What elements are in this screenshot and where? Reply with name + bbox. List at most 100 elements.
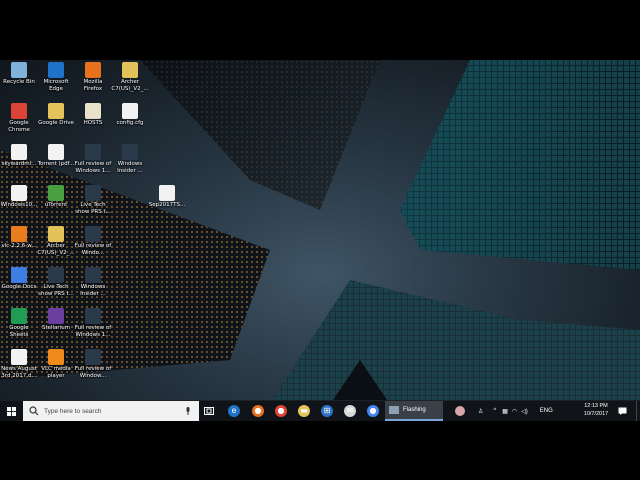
file-icon bbox=[122, 103, 138, 119]
desktop-icon[interactable]: skywardml... bbox=[0, 144, 38, 168]
desktop-icon-label: Google Drive bbox=[38, 120, 74, 126]
desktop-icon[interactable]: Sep2017TS... bbox=[148, 185, 186, 209]
video-icon bbox=[85, 349, 101, 365]
search-box[interactable]: Type here to search bbox=[23, 401, 199, 421]
desktop-icon[interactable]: Windows10... bbox=[0, 185, 38, 209]
desktop-icon[interactable]: Live Tech show PRS t... bbox=[37, 267, 75, 297]
chevron-up-icon[interactable]: ^ bbox=[493, 408, 496, 414]
desktop-icon[interactable]: Recycle Bin bbox=[0, 62, 38, 86]
chrome-taskbar-button[interactable]: ● bbox=[272, 401, 290, 421]
desktop-icon[interactable]: uTorrent bbox=[37, 185, 75, 209]
desktop-icon[interactable]: Google Sheets bbox=[0, 308, 38, 338]
desktop-icon[interactable]: Google Drive bbox=[37, 103, 75, 127]
desktop-icon-label: Sep2017TS... bbox=[148, 202, 186, 208]
clock[interactable]: 12:13 PM 10/7/2017 bbox=[580, 403, 612, 418]
people-icon[interactable]: ♙ bbox=[478, 408, 483, 415]
desktop-icon[interactable]: Full review of Window... bbox=[74, 349, 112, 379]
desktop-icon-label: Full review of Windows 1... bbox=[74, 325, 112, 338]
desktop-icon-label: Full review of Windows 1... bbox=[74, 161, 112, 174]
stellarium-icon bbox=[48, 308, 64, 324]
pdf-icon bbox=[48, 144, 64, 160]
desktop-icon-label: uTorrent bbox=[44, 202, 68, 208]
language-indicator[interactable]: ENG bbox=[540, 408, 553, 414]
firefox-taskbar-icon: ● bbox=[252, 405, 264, 417]
desktop-icon[interactable]: Windows Insider ... bbox=[74, 267, 112, 297]
start-button[interactable] bbox=[0, 401, 22, 421]
notification-icon bbox=[618, 407, 626, 415]
desktop-background: Recycle Bin Microsoft Edge Mozilla Firefox… bbox=[0, 60, 640, 419]
task-view-icon bbox=[204, 407, 214, 415]
chrome-icon bbox=[11, 103, 27, 119]
desktop-icon[interactable]: Archer C7(US)_V2_... bbox=[111, 62, 149, 92]
desktop-icon-label: Google Docs bbox=[1, 284, 37, 290]
mail-taskbar-button[interactable]: ✉ bbox=[341, 401, 359, 421]
file-explorer-taskbar-button[interactable]: ▬ bbox=[295, 401, 313, 421]
store-taskbar-button[interactable]: ⊞ bbox=[318, 401, 336, 421]
desktop-icon-label: VLC media player bbox=[41, 366, 71, 379]
desktop-icon-label: Archer C7(US)_V2_... bbox=[111, 79, 149, 92]
chrome-taskbar-button-2[interactable]: ● bbox=[364, 401, 382, 421]
firefox-taskbar-button[interactable]: ● bbox=[249, 401, 267, 421]
show-desktop-button[interactable] bbox=[636, 401, 640, 421]
recycle-bin-icon bbox=[11, 62, 27, 78]
desktop-icon[interactable]: Microsoft Edge bbox=[37, 62, 75, 92]
desktop-icon[interactable]: Mozilla Firefox bbox=[74, 62, 112, 92]
document-icon bbox=[159, 185, 175, 201]
desktop-icon[interactable]: Full review of Windows 1... bbox=[74, 144, 112, 174]
search-placeholder: Type here to search bbox=[44, 407, 102, 415]
edge-taskbar-button[interactable]: e bbox=[225, 401, 243, 421]
network-icon[interactable]: ▦ bbox=[502, 408, 508, 415]
desktop-icon-label: Windows Insider ... bbox=[80, 284, 106, 297]
video-icon bbox=[85, 267, 101, 283]
desktop-icon[interactable]: HOSTS bbox=[74, 103, 112, 127]
folder-zip-icon bbox=[122, 62, 138, 78]
desktop-icon[interactable]: Google Chrome bbox=[0, 103, 38, 133]
microphone-icon[interactable] bbox=[185, 407, 191, 415]
desktop-icon-label: Mozilla Firefox bbox=[83, 79, 103, 92]
taskbar: Type here to search e ● ● ▬ ⊞ ✉ ● Flashing ♙ ^… bbox=[0, 400, 640, 421]
user-avatar-button[interactable] bbox=[452, 401, 468, 421]
google-sheets-icon bbox=[11, 308, 27, 324]
action-center-button[interactable] bbox=[615, 401, 629, 421]
desktop-icon[interactable]: Google Docs bbox=[0, 267, 38, 291]
desktop-icon-label: Live Tech show PRS t... bbox=[75, 202, 111, 215]
document-icon bbox=[11, 144, 27, 160]
desktop-icon-label: Full review of Windo... bbox=[74, 243, 112, 256]
desktop-icon[interactable]: Archer C7(US)_V2_... bbox=[37, 226, 75, 256]
mail-taskbar-icon: ✉ bbox=[344, 405, 356, 417]
desktop-icon[interactable]: config.cfg bbox=[111, 103, 149, 127]
desktop-icon[interactable]: VLC media player bbox=[37, 349, 75, 379]
desktop-icon[interactable]: vlc-2.2.6-w... bbox=[0, 226, 38, 250]
chrome-taskbar-icon: ● bbox=[275, 405, 287, 417]
desktop-icon-label: Windows10... bbox=[0, 202, 38, 208]
edge-taskbar-icon: e bbox=[228, 405, 240, 417]
desktop-icon-label: config.cfg bbox=[116, 120, 144, 126]
desktop-icon-label: Archer C7(US)_V2_... bbox=[37, 243, 75, 256]
vlc-installer-icon bbox=[11, 226, 27, 242]
wifi-icon[interactable]: ◠ bbox=[512, 408, 517, 415]
desktop-icon-label: Google Chrome bbox=[8, 120, 30, 133]
file-explorer-taskbar-icon: ▬ bbox=[298, 405, 310, 417]
window-thumbnail-icon bbox=[389, 406, 399, 414]
document-icon bbox=[11, 349, 27, 365]
taskbar-window-flashing[interactable]: Flashing bbox=[385, 401, 443, 421]
volume-icon[interactable]: ◁) bbox=[521, 408, 528, 415]
search-icon bbox=[29, 406, 39, 416]
desktop-icon[interactable]: Live Tech show PRS t... bbox=[74, 185, 112, 215]
file-icon bbox=[85, 103, 101, 119]
taskbar-window-label: Flashing bbox=[403, 407, 426, 413]
utorrent-icon bbox=[48, 185, 64, 201]
desktop-icon-label: Recycle Bin bbox=[3, 79, 35, 85]
video-icon bbox=[48, 267, 64, 283]
desktop-icon[interactable]: News August 3rd 2017.d... bbox=[0, 349, 38, 379]
desktop-icon-label: Windows Insider ... bbox=[117, 161, 143, 174]
desktop-icon[interactable]: Full review of Windo... bbox=[74, 226, 112, 256]
desktop-icon[interactable]: Stellarium bbox=[37, 308, 75, 332]
task-view-button[interactable] bbox=[201, 401, 217, 421]
desktop-icon[interactable]: Full review of Windows 1... bbox=[74, 308, 112, 338]
folder-icon bbox=[48, 103, 64, 119]
desktop-icon[interactable]: Windows Insider ... bbox=[111, 144, 149, 174]
desktop-icon-label: News August 3rd 2017.d... bbox=[1, 366, 37, 379]
desktop-icon-label: HOSTS bbox=[83, 120, 103, 126]
desktop-icon[interactable]: Torrent (pdf... bbox=[37, 144, 75, 168]
